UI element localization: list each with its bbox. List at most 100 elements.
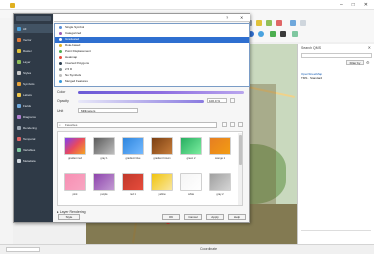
palette-name: green 2 (186, 157, 196, 160)
sidebar-item-styles[interactable]: Styles (14, 68, 53, 77)
sidebar-item-rendering[interactable]: Rendering (14, 123, 53, 132)
palette-swatch (93, 137, 115, 155)
sidebar-item-variables[interactable]: Variables (14, 145, 53, 154)
unit-combo[interactable]: Millimeters (78, 108, 138, 113)
palette-item[interactable]: red 1 (120, 171, 146, 204)
option-label: Point Displacement (65, 49, 91, 53)
sidebar-item-label: Diagrams (23, 114, 36, 119)
symbol-search-input[interactable]: ⌕ Favorites (57, 122, 217, 128)
unit-label: Unit (57, 109, 64, 113)
dialog-sidebar: All Vector Raster Layer Styles Symbols Labels F… (14, 14, 53, 222)
palette-grid: gradient red gray 1 gradient blue gradient … (57, 131, 243, 206)
data-defined-icon[interactable] (230, 98, 235, 103)
toolbar-tool-icon[interactable] (256, 20, 262, 26)
search-result[interactable]: OpenStreetMap TMS · Standard (301, 72, 371, 80)
sidebar-item-layer[interactable]: Layer (14, 57, 53, 66)
sidebar-search[interactable] (16, 16, 51, 21)
palette-item[interactable]: white (178, 171, 204, 204)
toolbar-tool-icon[interactable] (266, 20, 272, 26)
style-button[interactable]: Style (58, 214, 80, 220)
pan-icon[interactable] (258, 31, 264, 37)
sidebar-item-label: Labels (23, 92, 32, 97)
palette-item[interactable]: gradient red (62, 135, 88, 168)
palette-item[interactable]: gradient brown (149, 135, 175, 168)
measure-icon[interactable] (292, 31, 298, 37)
close-icon[interactable]: ✕ (364, 2, 368, 8)
option-icon (59, 26, 62, 30)
scrollbar[interactable] (238, 133, 242, 205)
option-icon (59, 62, 62, 66)
locator-input[interactable] (6, 247, 40, 252)
palette-item[interactable]: yellow (149, 171, 175, 204)
identify-icon[interactable] (280, 31, 286, 37)
dropdown-option[interactable]: Single Symbol (55, 25, 249, 31)
list-view-icon[interactable] (222, 122, 227, 127)
dropdown-option[interactable]: Merged Features (55, 79, 249, 85)
dropdown-option[interactable]: Inverted Polygons (55, 61, 249, 67)
sidebar-item-labels[interactable]: Labels (14, 90, 53, 99)
palette-name: gradient brown (153, 157, 171, 160)
toolbar-tool-icon[interactable] (276, 20, 282, 26)
palette-item[interactable]: gradient blue (120, 135, 146, 168)
help-icon[interactable]: ? (226, 15, 228, 20)
dropdown-option[interactable]: Graduated (55, 37, 249, 43)
clock-icon (17, 136, 21, 141)
sidebar-item-all[interactable]: All (14, 24, 53, 33)
scrollbar-thumb[interactable] (238, 135, 242, 165)
option-label: No Symbols (65, 73, 82, 77)
palette-item[interactable]: pink (62, 171, 88, 204)
star-icon (17, 92, 21, 97)
color-bar[interactable] (78, 91, 244, 94)
sidebar-item-metadata[interactable]: Metadata (14, 156, 53, 165)
ok-button[interactable]: OK (162, 214, 180, 220)
filter-button[interactable]: Filter by (346, 60, 364, 65)
sidebar-item-vector[interactable]: Vector (14, 35, 53, 44)
option-icon (59, 68, 62, 72)
sidebar-item-raster[interactable]: Raster (14, 46, 53, 55)
toolbar-tool-icon[interactable] (300, 20, 306, 26)
dropdown-option[interactable]: No Symbols (55, 73, 249, 79)
palette-item[interactable]: purple (91, 171, 117, 204)
close-icon[interactable]: ✕ (240, 15, 243, 20)
option-icon (59, 56, 62, 60)
status-bar: Coordinate (0, 244, 374, 254)
palette-name: orange 1 (214, 157, 226, 160)
maximize-icon[interactable]: □ (352, 2, 355, 8)
minimize-icon[interactable]: – (340, 2, 343, 8)
sidebar-item-diagrams[interactable]: Diagrams (14, 112, 53, 121)
dropdown-option[interactable]: 2.5 D (55, 67, 249, 73)
apply-button[interactable]: Apply (206, 214, 224, 220)
close-icon[interactable]: ✕ (368, 45, 371, 50)
dropdown-option[interactable]: Heatmap (55, 55, 249, 61)
dropdown-option[interactable]: Rule-based (55, 43, 249, 49)
option-icon (59, 50, 62, 54)
cancel-button[interactable]: Cancel (184, 214, 202, 220)
sidebar-item-fields[interactable]: Fields (14, 101, 53, 110)
palette-item[interactable]: gray 2 (207, 171, 233, 204)
dropdown-option[interactable]: Point Displacement (55, 49, 249, 55)
sidebar-item-label: Rendering (23, 125, 37, 130)
renderer-dropdown[interactable]: Single Symbol Categorized Graduated Rule-ba… (54, 23, 250, 87)
option-label: Categorized (65, 31, 82, 35)
settings-icon[interactable] (238, 122, 243, 127)
option-label: Rule-based (65, 43, 81, 47)
sidebar-item-label: Vector (23, 37, 32, 42)
search-input[interactable] (301, 53, 372, 58)
qms-search-panel: Search QMS ✕ Filter by ⚙ OpenStreetMap T… (297, 44, 374, 244)
palette-item[interactable]: gray 1 (91, 135, 117, 168)
grid-view-icon[interactable] (230, 122, 235, 127)
sidebar-item-temporal[interactable]: Temporal (14, 134, 53, 143)
opacity-slider[interactable] (78, 100, 204, 103)
palette-item[interactable]: green 2 (178, 135, 204, 168)
opacity-spinbox[interactable]: 100.0 % (207, 98, 227, 103)
gear-icon[interactable]: ⚙ (366, 60, 371, 65)
sidebar-item-symbols[interactable]: Symbols (14, 79, 53, 88)
refresh-icon[interactable] (270, 31, 276, 37)
toolbar-tool-icon[interactable] (290, 20, 296, 26)
dropdown-option[interactable]: Categorized (55, 31, 249, 37)
sidebar-item-label: Fields (23, 103, 32, 108)
palette-item[interactable]: orange 1 (207, 135, 233, 168)
help-button[interactable]: Help (228, 214, 246, 220)
search-icon: ⌕ (59, 123, 61, 127)
palette-swatch (209, 173, 231, 191)
